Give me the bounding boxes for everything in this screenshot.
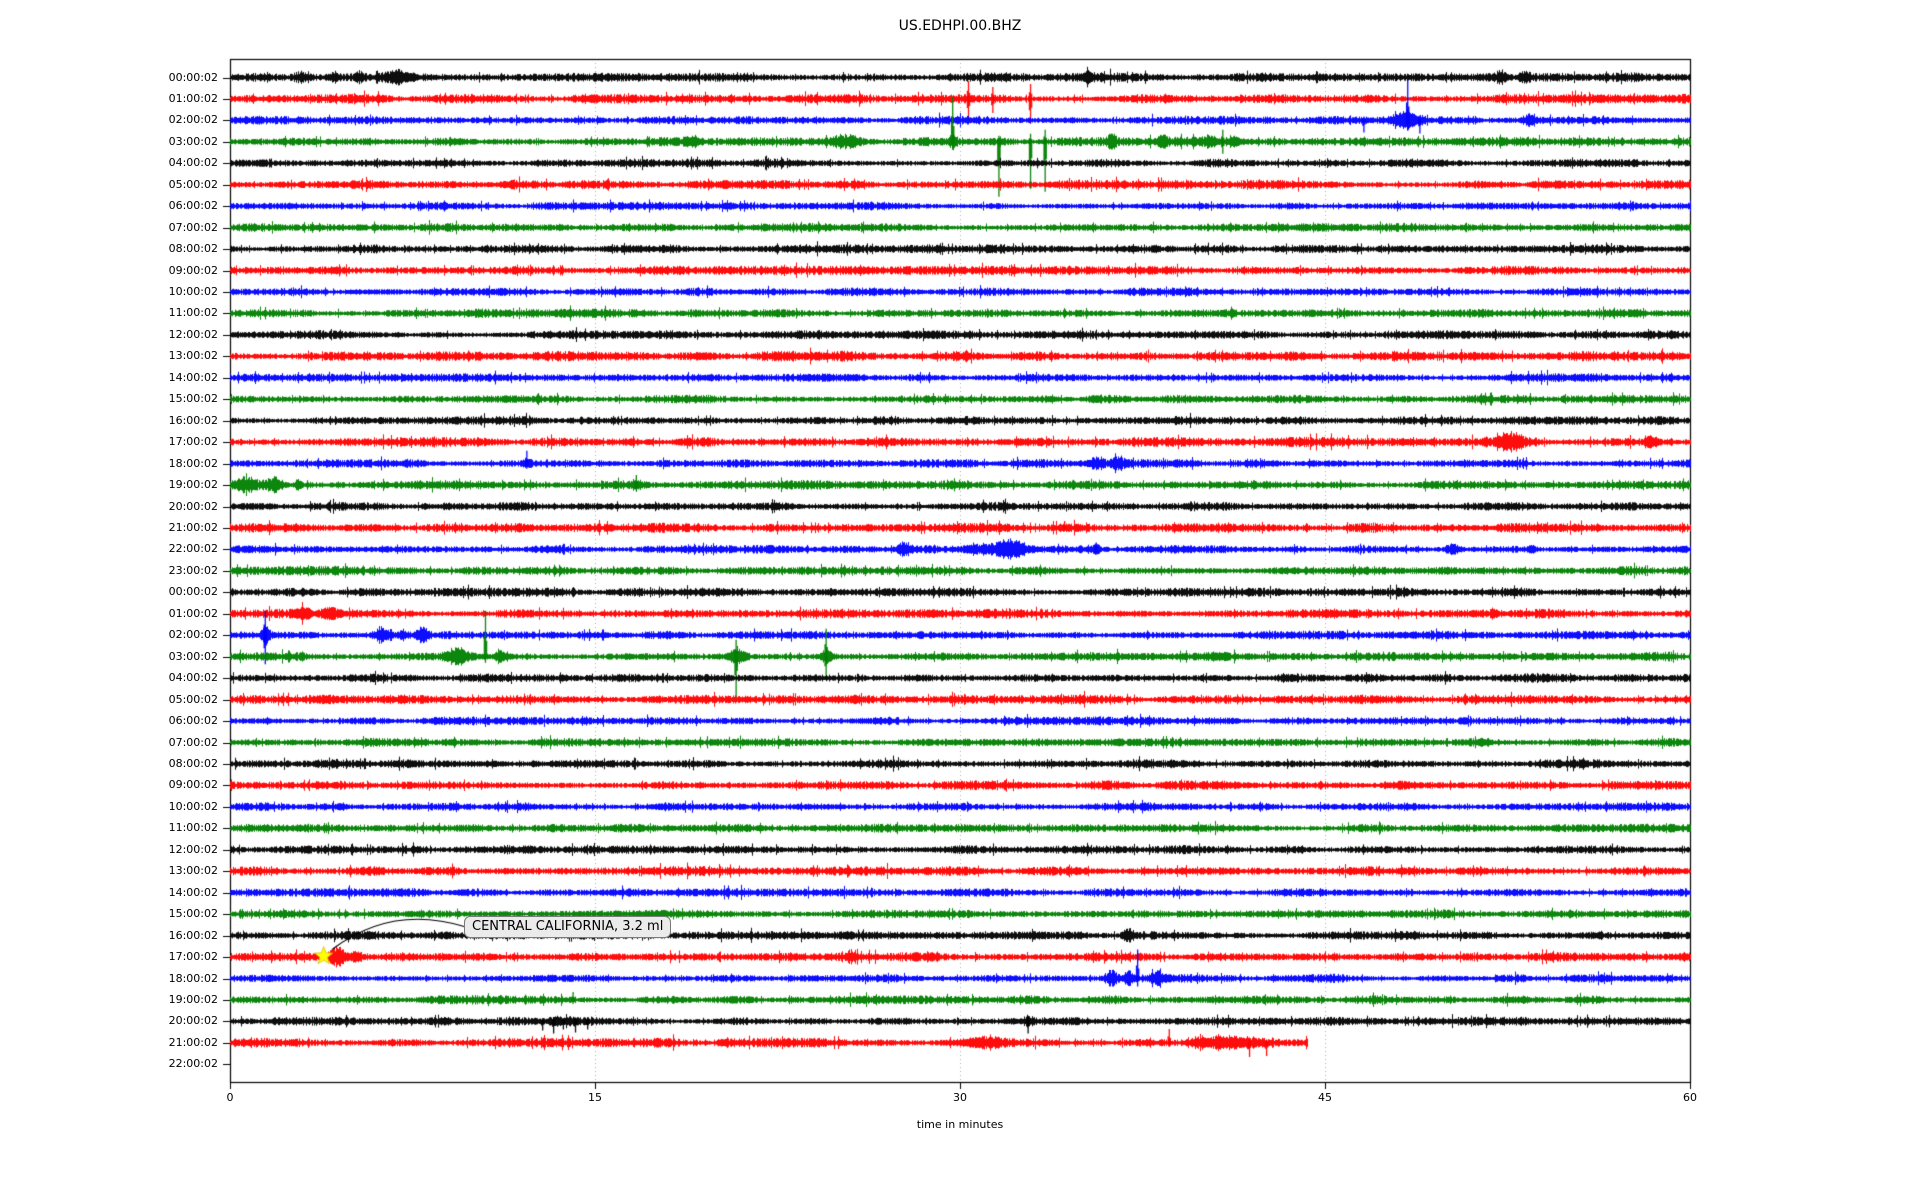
y-tick-label: 06:00:02 xyxy=(168,714,218,728)
y-tick-label: 16:00:02 xyxy=(168,928,218,942)
y-tick-label: 18:00:02 xyxy=(168,456,218,470)
y-tick-label: 02:00:02 xyxy=(168,113,218,127)
y-tick-label: 15:00:02 xyxy=(168,392,218,406)
y-tick-label: 21:00:02 xyxy=(168,521,218,534)
x-tick-label: 60 xyxy=(1683,1091,1697,1104)
y-tick-label: 19:00:02 xyxy=(168,478,218,492)
y-tick-label: 20:00:02 xyxy=(168,499,218,513)
y-tick-label: 08:00:02 xyxy=(168,242,218,256)
y-tick-label: 08:00:02 xyxy=(168,756,218,770)
helicorder-canvas xyxy=(0,0,1920,1200)
y-tick-label: 14:00:02 xyxy=(168,370,218,384)
helicorder-figure: US.EDHPI.00.BHZ 00:00:02 01:00:02 02:00:02… xyxy=(0,0,1920,1200)
y-tick-label: 11:00:02 xyxy=(168,306,218,320)
y-tick-label: 19:00:02 xyxy=(168,992,218,1006)
y-tick-label: 20:00:02 xyxy=(168,1014,218,1028)
y-tick-label: 22:00:02 xyxy=(168,542,218,556)
y-tick-label: 09:00:02 xyxy=(168,263,218,277)
x-axis-label: time in minutes xyxy=(916,1118,1004,1131)
y-tick-label: 13:00:02 xyxy=(168,349,218,363)
y-tick-label: 17:00:02 xyxy=(168,435,218,449)
event-annotation-label: CENTRAL CALIFORNIA, 3.2 ml xyxy=(464,916,672,938)
y-tick-label: 23:00:02 xyxy=(168,563,218,577)
x-tick-label: 45 xyxy=(1318,1091,1332,1104)
y-tick-label: 13:00:02 xyxy=(168,864,218,878)
y-tick-label: 06:00:02 xyxy=(168,199,218,213)
y-tick-label: 11:00:02 xyxy=(168,821,218,835)
y-tick-label: 10:00:02 xyxy=(168,799,218,813)
y-tick-label: 07:00:02 xyxy=(168,220,218,234)
y-tick-label: 05:00:02 xyxy=(168,692,218,706)
y-tick-label: 01:00:02 xyxy=(168,91,218,105)
x-tick-label: 15 xyxy=(588,1091,602,1104)
figure-title: US.EDHPI.00.BHZ xyxy=(898,18,1022,34)
y-tick-label: 00:00:02 xyxy=(168,585,218,599)
y-tick-label: 04:00:02 xyxy=(168,671,218,685)
y-tick-label: 21:00:02 xyxy=(168,1035,218,1049)
y-tick-label: 03:00:02 xyxy=(168,134,218,148)
y-tick-label: 12:00:02 xyxy=(168,327,218,341)
y-tick-label: 12:00:02 xyxy=(168,842,218,856)
y-tick-label: 02:00:02 xyxy=(168,628,218,642)
y-tick-label: 09:00:02 xyxy=(168,778,218,792)
y-tick-label: 01:00:02 xyxy=(168,606,218,620)
y-tick-label: 17:00:02 xyxy=(168,950,218,964)
y-tick-label: 00:00:02 xyxy=(168,70,218,84)
y-tick-label: 22:00:02 xyxy=(168,1057,218,1071)
y-tick-label: 05:00:02 xyxy=(168,177,218,191)
y-tick-label: 16:00:02 xyxy=(168,413,218,427)
x-tick-label: 0 xyxy=(226,1091,234,1104)
y-tick-label: 04:00:02 xyxy=(168,156,218,170)
y-tick-label: 10:00:02 xyxy=(168,285,218,299)
y-tick-label: 15:00:02 xyxy=(168,907,218,921)
y-tick-label: 03:00:02 xyxy=(168,649,218,663)
x-tick-label: 30 xyxy=(953,1091,967,1104)
y-tick-label: 14:00:02 xyxy=(168,885,218,899)
y-tick-label: 18:00:02 xyxy=(168,971,218,985)
y-tick-label: 07:00:02 xyxy=(168,735,218,749)
